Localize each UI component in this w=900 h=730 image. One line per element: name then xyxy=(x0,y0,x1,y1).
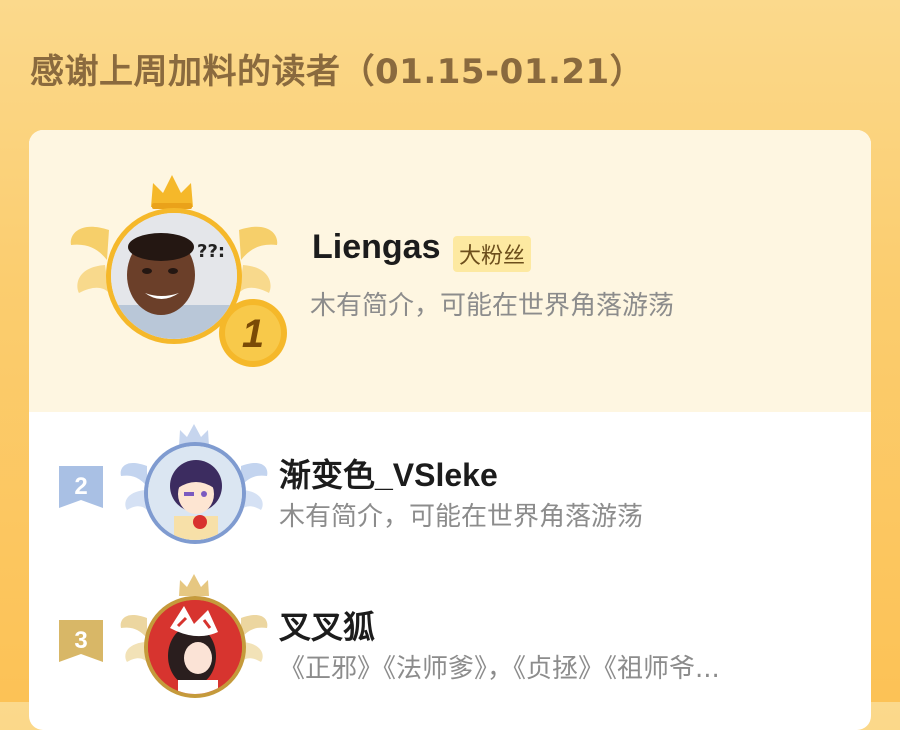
rank-3-ribbon-icon: 3 xyxy=(59,620,103,662)
rank-2-avatar-frame[interactable] xyxy=(119,424,269,554)
rank-1-number: 1 xyxy=(242,312,264,356)
ranking-card: ??: 1 Liengas 大粉丝 木有简介，可能在世界角落游荡 2 渐变色_V… xyxy=(29,130,871,730)
rank-2-avatar[interactable] xyxy=(144,442,246,544)
rank-2-description: 木有简介，可能在世界角落游荡 xyxy=(279,502,644,532)
rank-2-name[interactable]: 渐变色_VSleke xyxy=(279,450,498,496)
rank-3-description: 《正邪》《法师爹》，《贞拯》《祖师爷... xyxy=(279,654,720,684)
rank-3-avatar[interactable] xyxy=(144,596,246,698)
rank-1-avatar-frame[interactable]: ??: 1 xyxy=(69,175,287,370)
rank-1-name[interactable]: Liengas xyxy=(312,228,440,267)
rank-1-section[interactable]: ??: 1 Liengas 大粉丝 木有简介，可能在世界角落游荡 xyxy=(29,130,871,412)
rank-3-row[interactable]: 3 叉叉狐 《正邪》《法师爹》，《贞拯》《祖师爷... xyxy=(29,572,871,730)
rank-2-number: 2 xyxy=(74,473,87,500)
avatar-anime-fox-mask-icon xyxy=(148,600,242,694)
page-title: 感谢上周加料的读者（01.15-01.21） xyxy=(30,52,645,92)
rank-1-description: 木有简介，可能在世界角落游荡 xyxy=(310,291,675,321)
svg-text:??:: ??: xyxy=(197,241,225,262)
rank-3-number: 3 xyxy=(74,627,87,654)
avatar-anime-girl-purple-icon xyxy=(148,446,242,540)
rank-2-row[interactable]: 2 渐变色_VSleke 木有简介，可能在世界角落游荡 xyxy=(29,412,871,572)
rank-1-medal-icon: 1 xyxy=(219,299,287,367)
crown-icon xyxy=(151,175,193,209)
rank-3-name[interactable]: 叉叉狐 xyxy=(279,602,375,648)
rank-3-avatar-frame[interactable] xyxy=(119,574,269,709)
crown-icon xyxy=(179,574,209,596)
rank-1-badge: 大粉丝 xyxy=(453,236,532,272)
rank-2-ribbon-icon: 2 xyxy=(59,466,103,508)
